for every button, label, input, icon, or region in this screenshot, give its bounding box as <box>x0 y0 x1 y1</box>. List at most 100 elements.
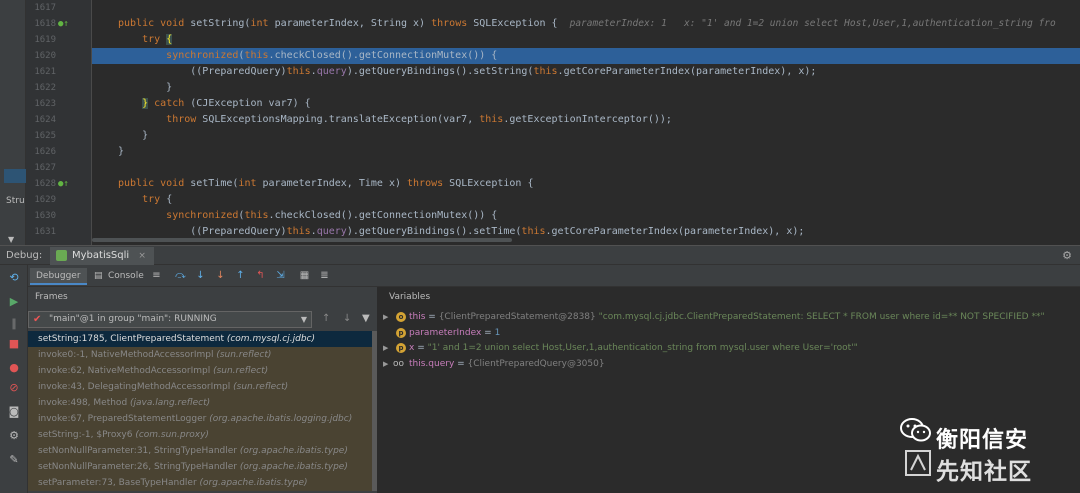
stack-frame[interactable]: invoke0:-1, NativeMethodAccessorImpl (su… <box>28 347 374 363</box>
rerun-icon[interactable]: ⟲ <box>7 271 21 285</box>
stack-frame[interactable]: setParameter:73, BaseTypeHandler (org.ap… <box>28 475 374 491</box>
stack-frame[interactable]: setNonNullParameter:31, StringTypeHandle… <box>28 443 374 459</box>
expand-arrow-icon[interactable]: ▶ <box>383 310 388 325</box>
code-line[interactable]: throw SQLExceptionsMapping.translateExce… <box>92 112 1080 128</box>
layout-icon[interactable]: ≣ <box>318 269 331 282</box>
frame-package: (org.apache.ibatis.type) <box>239 462 348 472</box>
code-area[interactable]: public void setString(int parameterIndex… <box>92 0 1080 245</box>
mute-breakpoints-icon[interactable]: ⊘ <box>7 381 21 395</box>
line-number-gutter: 1617 1618 ●↑ 1619 1620 1621 1622 1623 1624 1625 16… <box>26 0 92 245</box>
override-marker-icon[interactable]: ●↑ <box>58 16 69 32</box>
close-icon[interactable]: × <box>138 251 146 261</box>
tab-console-label: Console <box>108 271 144 281</box>
horizontal-scrollbar[interactable] <box>92 238 512 242</box>
resume-icon[interactable]: ▶ <box>7 295 21 309</box>
step-into-icon[interactable]: ↓ <box>194 269 207 282</box>
structure-tool-strip: Stru ▼ <box>0 0 26 245</box>
code-line[interactable]: } <box>92 128 1080 144</box>
code-token: synchronized <box>166 210 239 221</box>
debug-side-toolbar: ⟲ ▶ ∥ ■ ● ⊘ ◙ ⚙ ✎ <box>0 265 28 493</box>
code-line[interactable]: ((PreparedQuery)this.query).getQueryBind… <box>92 64 1080 80</box>
frame-location: setNonNullParameter:31, StringTypeHandle… <box>38 446 240 456</box>
pin-icon[interactable]: ✎ <box>7 453 21 467</box>
gear-icon[interactable]: ⚙ <box>1062 249 1072 262</box>
stack-frame[interactable]: invoke:67, PreparedStatementLogger (org.… <box>28 411 374 427</box>
line-number: 1617 <box>34 3 56 13</box>
frame-list: setString:1785, ClientPreparedStatement … <box>28 331 374 493</box>
frame-up-icon[interactable]: ↑ <box>322 313 330 324</box>
code-token: .getExceptionInterceptor()); <box>503 114 672 125</box>
code-token: SQLExceptionsMapping.translateException(… <box>202 114 480 125</box>
override-marker-icon[interactable]: ●↑ <box>58 176 69 192</box>
expand-arrow-icon[interactable]: ▶ <box>383 357 388 372</box>
settings-icon[interactable]: ⚙ <box>7 429 21 443</box>
tab-console[interactable]: ▤ Console <box>90 268 150 285</box>
stop-icon[interactable]: ■ <box>7 337 21 351</box>
line-number: 1622 <box>34 83 56 93</box>
code-token: this <box>479 114 504 125</box>
variable-text: this = {ClientPreparedStatement@2838} "c… <box>409 310 1045 325</box>
debug-title-bar: Debug: MybatisSqli × ⚙ <box>0 245 1080 265</box>
view-breakpoints-icon[interactable]: ● <box>7 361 21 375</box>
code-line[interactable] <box>92 0 1080 16</box>
run-to-cursor-icon[interactable]: ⇲ <box>274 269 287 282</box>
code-line[interactable]: public void setString(int parameterIndex… <box>92 16 1080 32</box>
line-number: 1630 <box>34 211 56 221</box>
stack-frame[interactable]: invoke:62, NativeMethodAccessorImpl (sun… <box>28 363 374 379</box>
stack-frame[interactable]: invoke:498, Method (java.lang.reflect) <box>28 395 374 411</box>
equals-sign: = <box>414 343 428 353</box>
run-config-tab[interactable]: MybatisSqli × <box>50 247 154 265</box>
console-icon: ▤ <box>94 271 103 281</box>
force-step-into-icon[interactable]: ↓ <box>214 269 227 282</box>
variable-row[interactable]: p parameterIndex = 1 <box>379 326 1079 341</box>
frame-location: invoke:43, DelegatingMethodAccessorImpl <box>38 382 234 392</box>
stack-frame[interactable]: setNonNullParameter:26, StringTypeHandle… <box>28 459 374 475</box>
structure-tab[interactable]: Stru <box>6 196 25 206</box>
evaluate-expression-icon[interactable]: ▦ <box>298 269 311 282</box>
step-out-icon[interactable]: ↑ <box>234 269 247 282</box>
camera-icon[interactable]: ◙ <box>7 405 21 419</box>
expand-arrow-icon[interactable]: ▶ <box>383 341 388 356</box>
code-token: .getCoreParameterIndex(parameterIndex), … <box>545 226 805 237</box>
code-line[interactable]: } <box>92 144 1080 160</box>
stack-frame[interactable]: setString:-1, $Proxy6 (com.sun.proxy) <box>28 427 374 443</box>
step-over-icon[interactable]: ⤼ <box>174 269 187 282</box>
frames-scrollbar[interactable] <box>372 331 377 491</box>
variable-row[interactable]: ▶ p x = "1' and 1=2 union select Host,User… <box>379 341 1079 356</box>
code-token: public void <box>118 18 191 29</box>
pause-icon[interactable]: ∥ <box>7 317 21 331</box>
drop-frame-icon[interactable]: ↰ <box>254 269 267 282</box>
line-number: 1627 <box>34 163 56 173</box>
code-line[interactable]: } catch (CJException var7) { <box>92 96 1080 112</box>
equals-sign: = <box>454 358 468 369</box>
stack-frame[interactable]: invoke:43, DelegatingMethodAccessorImpl … <box>28 379 374 395</box>
collapse-arrow-icon[interactable]: ▼ <box>8 235 14 244</box>
code-token: SQLException { <box>473 18 570 29</box>
frame-package: (com.sun.proxy) <box>135 430 209 440</box>
thread-select[interactable]: ✔ "main"@1 in group "main": RUNNING ▼ <box>28 311 312 328</box>
code-line[interactable]: try { <box>92 32 1080 48</box>
variable-type: {ClientPreparedQuery@3050} <box>467 358 605 369</box>
frames-header: Frames <box>35 292 68 302</box>
tab-debugger[interactable]: Debugger <box>30 268 87 285</box>
variable-row[interactable]: ▶ o this = {ClientPreparedStatement@2838} … <box>379 310 1079 325</box>
code-line[interactable]: synchronized(this.checkClosed().getConne… <box>92 208 1080 224</box>
variable-row[interactable]: ▶ oo this.query = {ClientPreparedQuery@305… <box>379 357 1079 372</box>
code-line[interactable]: try { <box>92 192 1080 208</box>
filter-icon[interactable]: ▼ <box>362 313 370 324</box>
code-token: ((PreparedQuery) <box>118 226 287 237</box>
parameter-icon: p <box>396 343 406 353</box>
code-token: (CJException var7) { <box>190 98 311 109</box>
code-line-current[interactable]: synchronized(this.checkClosed().getConne… <box>92 48 1080 64</box>
stack-frame[interactable]: setString:1785, ClientPreparedStatement … <box>28 331 374 348</box>
code-line[interactable] <box>92 160 1080 176</box>
code-line[interactable]: } <box>92 80 1080 96</box>
line-number: 1628 <box>34 179 56 189</box>
frame-down-icon[interactable]: ↓ <box>343 313 351 324</box>
code-line[interactable]: public void setTime(int parameterIndex, … <box>92 176 1080 192</box>
code-editor[interactable]: Stru ▼ 1617 1618 ●↑ 1619 1620 1621 1622 1623 162… <box>0 0 1080 245</box>
show-execution-point-icon[interactable]: ≡ <box>150 269 163 282</box>
